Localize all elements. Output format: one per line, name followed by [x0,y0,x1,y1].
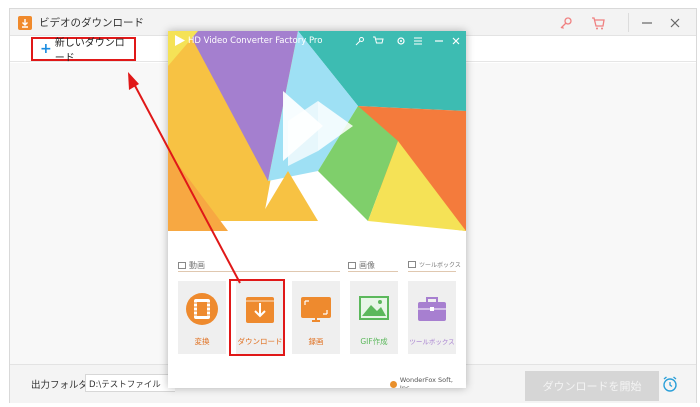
window-title: ビデオのダウンロード [39,17,144,29]
section-toolbox-text: ツールボックス [419,262,461,269]
section-divider [408,271,456,272]
screen-record-icon [301,297,331,322]
converter-window: HD Video Converter Factory Pro 動画 画像 ツール… [168,31,466,388]
output-folder-field[interactable]: D:\テストファイル [85,374,175,392]
brand-text: WonderFox Soft, Inc. [399,376,453,388]
section-label-video: 動画 [178,260,205,271]
download-app-icon [18,16,32,30]
start-download-button[interactable]: ダウンロードを開始 [525,371,659,401]
plus-icon: + [40,41,52,57]
wonderfox-logo-icon [390,380,397,388]
close-icon[interactable] [665,13,685,33]
menu-list-icon[interactable] [412,35,424,47]
new-download-button[interactable]: + 新しいダウンロード [31,37,136,64]
gif-image-icon [359,296,389,320]
new-download-label: 新しいダウンロード [54,38,125,64]
cart-icon[interactable] [372,35,384,47]
section-label-image: 画像 [348,260,375,271]
image-icon [348,262,356,269]
cart-icon[interactable] [588,13,608,33]
alarm-clock-icon[interactable] [660,374,680,394]
section-image-text: 画像 [359,261,375,270]
banner-artwork [168,31,466,231]
film-icon [178,262,186,269]
tile-toolbox-label: ツールボックス [409,338,455,346]
section-divider [348,271,398,272]
tile-toolbox[interactable]: ツールボックス [408,281,456,354]
tile-gif-label: GIF作成 [360,337,388,346]
tile-convert-label: 変換 [194,337,210,346]
key-icon[interactable] [354,35,366,47]
converter-window-title: HD Video Converter Factory Pro [188,36,323,46]
convert-film-icon [186,293,218,325]
tile-convert[interactable]: 変換 [178,281,226,354]
section-divider [178,271,340,272]
titlebar-separator [628,13,629,32]
tile-record[interactable]: 録画 [292,281,340,354]
tile-record-label: 録画 [308,337,324,346]
section-label-toolbox: ツールボックス [408,260,461,269]
close-icon[interactable] [450,35,462,47]
toolbox-icon [408,261,416,268]
minimize-icon[interactable] [637,13,657,33]
minimize-icon[interactable] [433,35,445,47]
tile-gif[interactable]: GIF作成 [350,281,398,354]
settings-icon[interactable] [395,35,407,47]
toolbox-icon [418,297,446,321]
key-icon[interactable] [556,13,576,33]
section-video-text: 動画 [189,261,205,270]
highlight-box-download [229,279,285,356]
brand-footer: WonderFox Soft, Inc. [390,376,466,388]
converter-logo-icon [173,34,186,47]
